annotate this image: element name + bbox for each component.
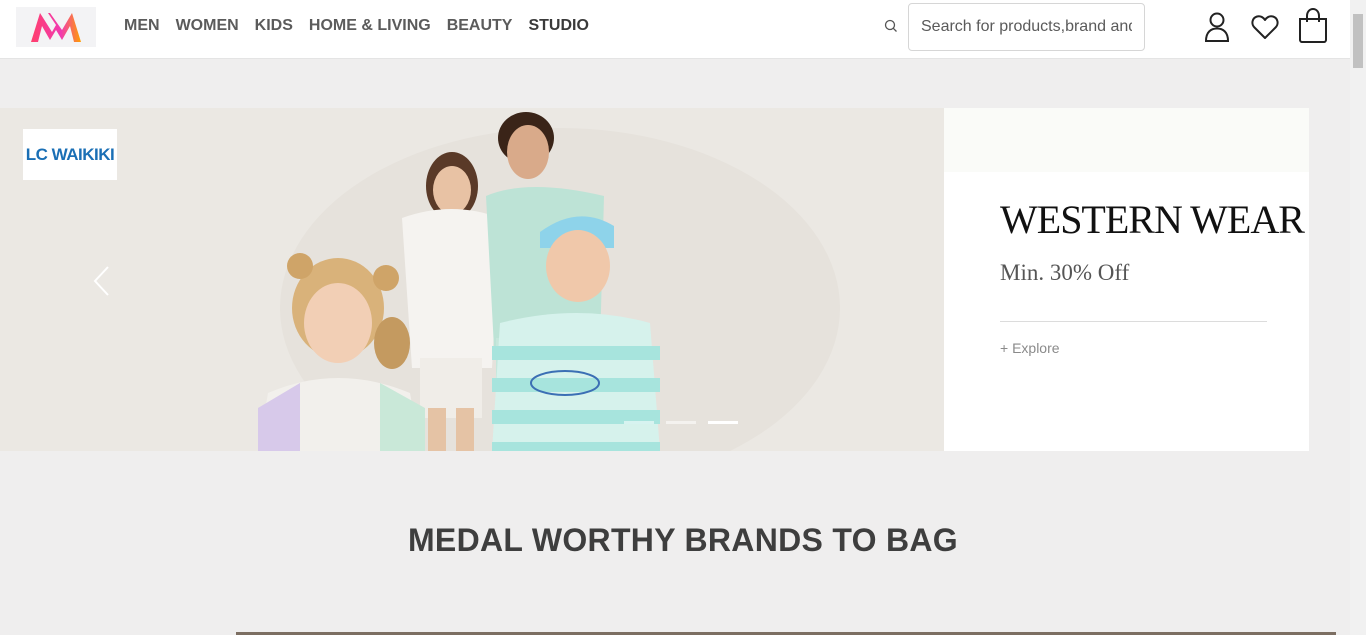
bag-icon[interactable]: [1296, 7, 1330, 43]
nav-home-living[interactable]: HOME & LIVING: [301, 17, 439, 35]
hero-banner[interactable]: LC WAIKIKI WESTERN WEAR Min. 30% Off + E…: [0, 108, 1309, 451]
carousel-prev-arrow-icon[interactable]: [90, 264, 114, 298]
carousel-dot-3[interactable]: [708, 421, 738, 424]
page-scrollbar[interactable]: [1350, 0, 1366, 635]
main-nav: MEN WOMEN KIDS HOME & LIVING BEAUTY STUD…: [116, 0, 597, 52]
nav-women[interactable]: WOMEN: [168, 17, 247, 35]
banner-title: WESTERN WEAR: [1000, 197, 1305, 242]
carousel-dot-2[interactable]: [666, 421, 696, 424]
nav-kids[interactable]: KIDS: [247, 17, 301, 35]
nav-beauty[interactable]: BEAUTY: [439, 17, 521, 35]
nav-studio[interactable]: STUDIO: [520, 17, 596, 35]
nav-men[interactable]: MEN: [116, 17, 168, 35]
explore-link[interactable]: + Explore: [1000, 340, 1060, 356]
panel-top-strip: [944, 108, 1309, 172]
search-icon[interactable]: [884, 19, 898, 33]
banner-photo: [0, 108, 944, 451]
profile-icon[interactable]: [1200, 10, 1234, 44]
heart-icon[interactable]: [1248, 10, 1282, 44]
site-header: MEN WOMEN KIDS HOME & LIVING BEAUTY STUD…: [0, 0, 1350, 59]
carousel-dots: [624, 421, 738, 424]
brand-badge[interactable]: LC WAIKIKI: [23, 129, 117, 180]
banner-text-panel[interactable]: WESTERN WEAR Min. 30% Off + Explore: [944, 108, 1309, 451]
myntra-logo[interactable]: [16, 7, 96, 47]
search-input[interactable]: [908, 3, 1145, 51]
page: MEN WOMEN KIDS HOME & LIVING BEAUTY STUD…: [0, 0, 1366, 635]
panel-divider: [1000, 321, 1267, 322]
scrollbar-thumb[interactable]: [1353, 14, 1363, 68]
carousel-dot-1[interactable]: [624, 421, 654, 424]
banner-image[interactable]: LC WAIKIKI: [0, 108, 944, 451]
myntra-logo-icon: [31, 13, 81, 42]
section-title: MEDAL WORTHY BRANDS TO BAG: [407, 522, 959, 558]
banner-offer: Min. 30% Off: [1000, 260, 1130, 285]
